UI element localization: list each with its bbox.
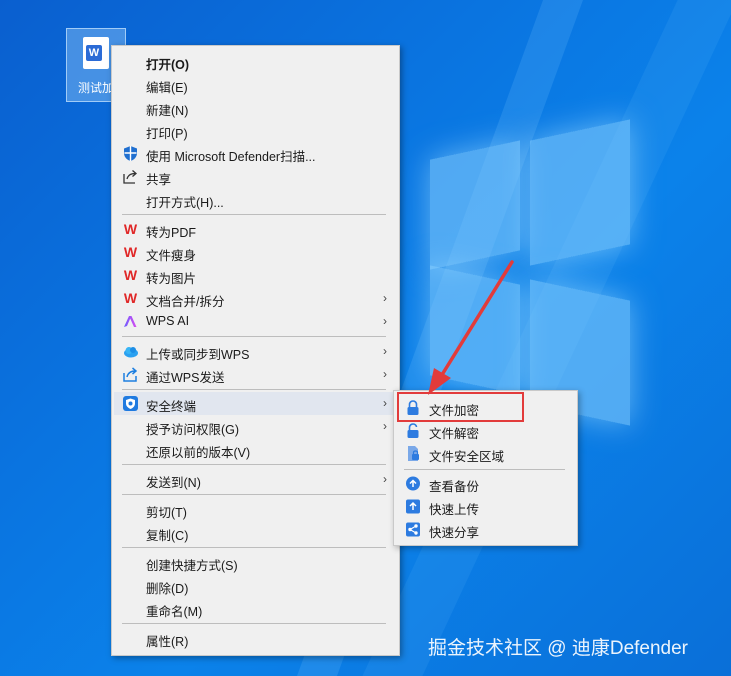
file-lock-icon [405, 445, 421, 462]
submenu-item-label: 快速分享 [429, 526, 480, 540]
submenu-item-quick-share[interactable]: 快速分享 [396, 518, 575, 541]
highlight-box [397, 392, 524, 422]
menu-item-label: 剪切(T) [146, 506, 187, 520]
menu-item-label: 创建快捷方式(S) [146, 559, 238, 573]
menu-item-label: 新建(N) [146, 104, 189, 118]
menu-item-to-image[interactable]: W 转为图片 [114, 264, 397, 287]
logo-pane [430, 140, 520, 270]
menu-item-label: 共享 [146, 173, 172, 187]
menu-item-restore-versions[interactable]: 还原以前的版本(V) [114, 438, 397, 461]
chevron-right-icon: › [383, 472, 387, 486]
menu-item-send-via-wps[interactable]: 通过WPS发送 › [114, 363, 397, 386]
menu-item-label: 打印(P) [146, 127, 188, 141]
defender-shield-icon [122, 145, 139, 162]
menu-item-properties[interactable]: 属性(R) [114, 627, 397, 650]
cloud-backup-icon [405, 475, 421, 492]
menu-item-label: 重命名(M) [146, 605, 203, 619]
wps-icon: W [123, 267, 138, 283]
menu-item-copy[interactable]: 复制(C) [114, 521, 397, 544]
wps-ai-icon [122, 313, 139, 330]
submenu-item-view-backup[interactable]: 查看备份 [396, 472, 575, 495]
chevron-right-icon: › [383, 291, 387, 305]
menu-item-cut[interactable]: 剪切(T) [114, 498, 397, 521]
menu-item-merge-split[interactable]: W 文档合并/拆分 › [114, 287, 397, 310]
word-letter: W [86, 45, 102, 61]
menu-item-open[interactable]: 打开(O) [114, 50, 397, 73]
chevron-right-icon: › [383, 314, 387, 328]
share-icon [122, 168, 139, 185]
wps-icon: W [123, 221, 138, 237]
submenu-item-label: 文件安全区域 [429, 450, 505, 464]
submenu-separator [404, 469, 565, 470]
menu-separator [122, 336, 386, 337]
menu-item-slim-file[interactable]: W 文件瘦身 [114, 241, 397, 264]
menu-item-grant-access[interactable]: 授予访问权限(G) › [114, 415, 397, 438]
menu-item-label: 复制(C) [146, 529, 189, 543]
menu-item-create-shortcut[interactable]: 创建快捷方式(S) [114, 551, 397, 574]
submenu-item-quick-upload[interactable]: 快速上传 [396, 495, 575, 518]
watermark-text: 掘金技术社区 @ 迪康Defender [428, 638, 689, 659]
menu-separator [122, 214, 386, 215]
menu-separator [122, 547, 386, 548]
menu-separator [122, 623, 386, 624]
menu-item-open-with[interactable]: 打开方式(H)... [114, 188, 397, 211]
menu-separator [122, 389, 386, 390]
submenu-item-label: 文件解密 [429, 427, 480, 441]
upload-icon [405, 498, 421, 515]
menu-item-wps-ai[interactable]: WPS AI › [114, 310, 397, 333]
menu-item-security-terminal[interactable]: 安全终端 › [114, 392, 397, 415]
submenu-item-label: 快速上传 [429, 503, 480, 517]
context-menu: 打开(O) 编辑(E) 新建(N) 打印(P) 使用 Microsoft Def… [111, 45, 400, 656]
menu-separator [122, 464, 386, 465]
submenu-item-decrypt-file[interactable]: 文件解密 [396, 419, 575, 442]
chevron-right-icon: › [383, 367, 387, 381]
menu-item-send-to[interactable]: 发送到(N) › [114, 468, 397, 491]
menu-item-label: 发送到(N) [146, 476, 201, 490]
submenu-item-label: 查看备份 [429, 480, 480, 494]
menu-item-label: 上传或同步到WPS [146, 348, 250, 362]
menu-item-share[interactable]: 共享 [114, 165, 397, 188]
menu-item-label: 文档合并/拆分 [146, 295, 225, 309]
share-nodes-icon [405, 521, 421, 538]
chevron-right-icon: › [383, 419, 387, 433]
menu-item-label: 授予访问权限(G) [146, 423, 240, 437]
menu-item-label: 安全终端 [146, 400, 197, 414]
menu-item-label: 删除(D) [146, 582, 189, 596]
menu-item-to-pdf[interactable]: W 转为PDF [114, 218, 397, 241]
menu-item-label: 转为PDF [146, 226, 197, 240]
unlock-icon [405, 422, 421, 439]
menu-item-label: 文件瘦身 [146, 249, 197, 263]
windows-logo [400, 119, 630, 426]
menu-item-label: 属性(R) [146, 635, 189, 649]
menu-item-new[interactable]: 新建(N) [114, 96, 397, 119]
chevron-right-icon: › [383, 396, 387, 410]
menu-separator [122, 494, 386, 495]
chevron-right-icon: › [383, 344, 387, 358]
logo-pane [530, 119, 630, 266]
logo-pane [430, 265, 520, 395]
menu-item-delete[interactable]: 删除(D) [114, 574, 397, 597]
menu-item-label: 打开(O) [146, 58, 190, 72]
word-document-icon: W [83, 37, 109, 69]
submenu-item-secure-area[interactable]: 文件安全区域 [396, 442, 575, 465]
menu-item-label: 通过WPS发送 [146, 371, 225, 385]
wps-icon: W [123, 244, 138, 260]
menu-item-label: 使用 Microsoft Defender扫描... [146, 150, 316, 164]
wps-icon: W [123, 290, 138, 306]
security-shield-icon [122, 395, 139, 412]
menu-item-label: 打开方式(H)... [146, 196, 224, 210]
send-share-icon [122, 366, 139, 383]
menu-item-label: 还原以前的版本(V) [146, 446, 251, 460]
menu-item-defender-scan[interactable]: 使用 Microsoft Defender扫描... [114, 142, 397, 165]
menu-item-label: 转为图片 [146, 272, 197, 286]
menu-item-label: WPS AI [146, 314, 190, 328]
menu-item-edit[interactable]: 编辑(E) [114, 73, 397, 96]
menu-item-upload-sync-wps[interactable]: 上传或同步到WPS › [114, 340, 397, 363]
cloud-icon [122, 343, 139, 360]
menu-item-rename[interactable]: 重命名(M) [114, 597, 397, 620]
menu-item-print[interactable]: 打印(P) [114, 119, 397, 142]
menu-item-label: 编辑(E) [146, 81, 188, 95]
